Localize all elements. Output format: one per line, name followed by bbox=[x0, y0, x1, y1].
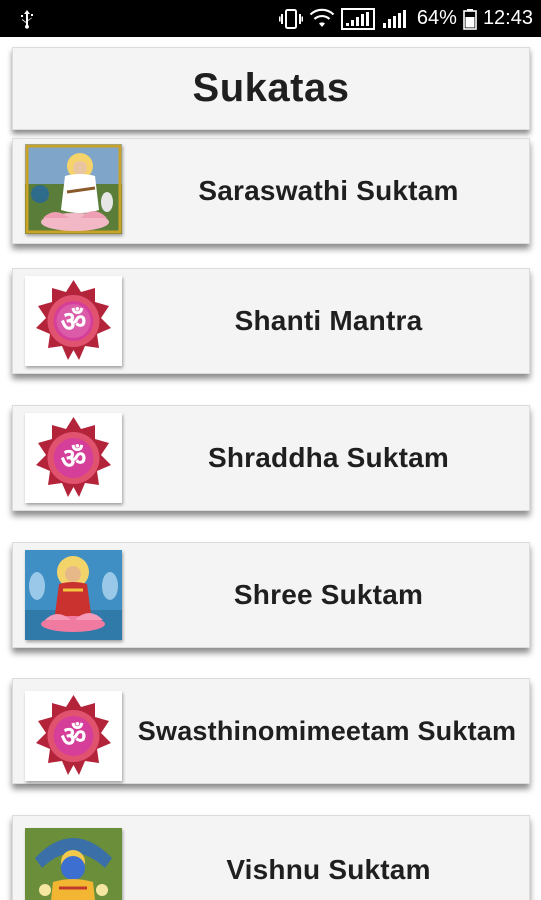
list-item-swasthinomimeetam-suktam[interactable]: ॐ Swasthinomimeetam Suktam bbox=[12, 678, 530, 784]
svg-text:ॐ: ॐ bbox=[61, 720, 87, 753]
list-item-shree-suktam[interactable]: Shree Suktam bbox=[12, 542, 530, 648]
list-item-shraddha-suktam[interactable]: ॐ Shraddha Suktam bbox=[12, 405, 530, 511]
list-item-vishnu-suktam[interactable]: Vishnu Suktam bbox=[12, 815, 530, 900]
list-item-shanti-mantra[interactable]: ॐ Shanti Mantra bbox=[12, 268, 530, 374]
om-icon: ॐ bbox=[25, 276, 122, 366]
item-label: Shree Suktam bbox=[233, 579, 424, 610]
item-label: Swasthinomimeetam Suktam bbox=[137, 715, 517, 746]
svg-text:ॐ: ॐ bbox=[61, 305, 87, 338]
item-label: Shraddha Suktam bbox=[207, 442, 450, 473]
item-label: Saraswathi Suktam bbox=[198, 175, 459, 206]
list-item-saraswathi-suktam[interactable]: Saraswathi Suktam bbox=[12, 138, 530, 244]
saraswathi-image bbox=[25, 144, 122, 234]
svg-text:ॐ: ॐ bbox=[61, 442, 87, 475]
om-icon: ॐ bbox=[25, 413, 122, 503]
item-label: Vishnu Suktam bbox=[226, 854, 431, 885]
lakshmi-image bbox=[25, 550, 122, 640]
item-label: Shanti Mantra bbox=[234, 305, 423, 336]
om-icon: ॐ bbox=[25, 691, 122, 781]
vishnu-image bbox=[25, 828, 122, 900]
sukta-list: Saraswathi Suktam ॐ Shanti Mantra ॐ Shra… bbox=[0, 0, 541, 900]
